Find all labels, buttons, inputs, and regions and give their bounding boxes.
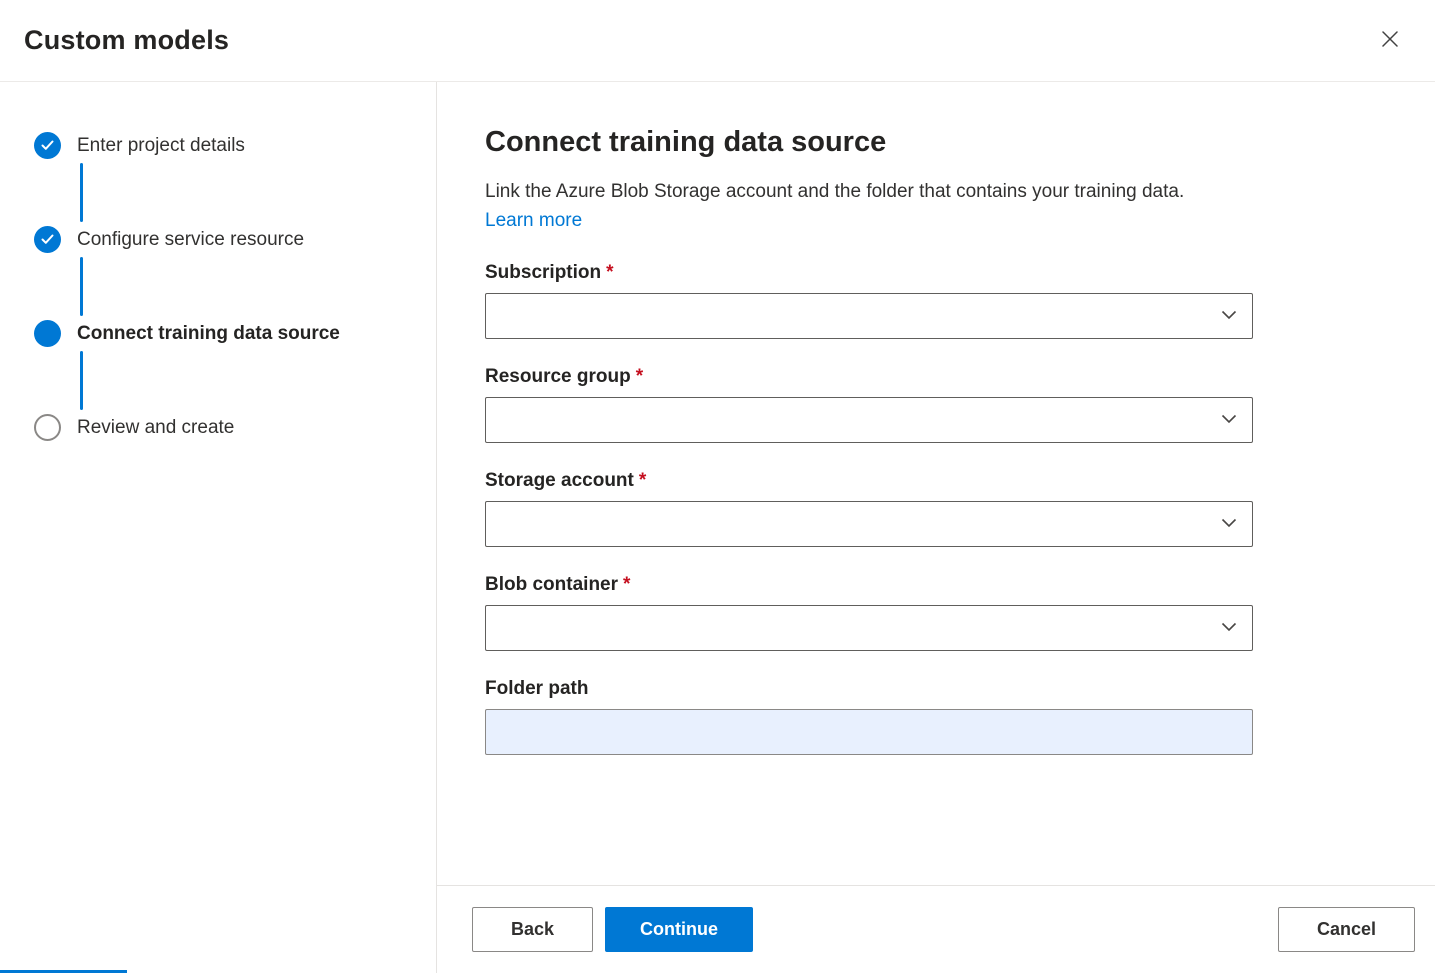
storage-account-dropdown[interactable] bbox=[485, 501, 1253, 547]
close-icon bbox=[1381, 30, 1399, 51]
subscription-dropdown[interactable] bbox=[485, 293, 1253, 339]
wizard-stepper: Enter project details Configure service … bbox=[0, 82, 437, 973]
step-connector bbox=[80, 257, 83, 316]
field-folder-path: Folder path bbox=[485, 678, 1253, 755]
field-resource-group: Resource group* bbox=[485, 366, 1253, 443]
folder-path-label: Folder path bbox=[485, 678, 1253, 700]
step-upcoming-icon bbox=[34, 414, 61, 441]
main-panel: Connect training data source Link the Az… bbox=[437, 82, 1435, 973]
step-current-icon bbox=[34, 320, 61, 347]
learn-more-link[interactable]: Learn more bbox=[485, 210, 582, 231]
field-blob-container: Blob container* bbox=[485, 574, 1253, 651]
step-label: Configure service resource bbox=[77, 229, 304, 251]
page-description: Link the Azure Blob Storage account and … bbox=[485, 177, 1230, 235]
dialog-header: Custom models bbox=[0, 0, 1435, 82]
field-subscription: Subscription* bbox=[485, 262, 1253, 339]
step-label: Enter project details bbox=[77, 135, 245, 157]
storage-account-label: Storage account* bbox=[485, 470, 1253, 492]
field-storage-account: Storage account* bbox=[485, 470, 1253, 547]
continue-button[interactable]: Continue bbox=[605, 907, 753, 952]
resource-group-dropdown[interactable] bbox=[485, 397, 1253, 443]
cancel-button[interactable]: Cancel bbox=[1278, 907, 1415, 952]
dialog-footer: Back Continue Cancel bbox=[437, 885, 1435, 973]
required-asterisk: * bbox=[636, 366, 643, 387]
step-enter-project-details[interactable]: Enter project details bbox=[34, 132, 436, 159]
blob-container-label: Blob container* bbox=[485, 574, 1253, 596]
resource-group-label: Resource group* bbox=[485, 366, 1253, 388]
step-label: Review and create bbox=[77, 417, 234, 439]
dialog-body: Enter project details Configure service … bbox=[0, 82, 1435, 973]
chevron-down-icon bbox=[1221, 515, 1237, 533]
chevron-down-icon bbox=[1221, 619, 1237, 637]
step-complete-icon bbox=[34, 132, 61, 159]
page-title: Connect training data source bbox=[485, 126, 1387, 159]
step-label: Connect training data source bbox=[77, 323, 340, 345]
step-connect-training-data-source[interactable]: Connect training data source bbox=[34, 320, 436, 347]
required-asterisk: * bbox=[606, 262, 613, 283]
dialog-title: Custom models bbox=[24, 25, 229, 56]
required-asterisk: * bbox=[639, 470, 646, 491]
back-button[interactable]: Back bbox=[472, 907, 593, 952]
form-content: Connect training data source Link the Az… bbox=[437, 82, 1435, 885]
close-button[interactable] bbox=[1375, 24, 1405, 57]
description-text: Link the Azure Blob Storage account and … bbox=[485, 181, 1184, 202]
folder-path-input[interactable] bbox=[485, 709, 1253, 755]
step-configure-service-resource[interactable]: Configure service resource bbox=[34, 226, 436, 253]
step-complete-icon bbox=[34, 226, 61, 253]
blob-container-dropdown[interactable] bbox=[485, 605, 1253, 651]
chevron-down-icon bbox=[1221, 411, 1237, 429]
step-connector bbox=[80, 351, 83, 410]
step-connector bbox=[80, 163, 83, 222]
step-review-and-create[interactable]: Review and create bbox=[34, 414, 436, 441]
subscription-label: Subscription* bbox=[485, 262, 1253, 284]
required-asterisk: * bbox=[623, 574, 630, 595]
custom-models-dialog: Custom models Enter project details Conf… bbox=[0, 0, 1435, 973]
chevron-down-icon bbox=[1221, 307, 1237, 325]
